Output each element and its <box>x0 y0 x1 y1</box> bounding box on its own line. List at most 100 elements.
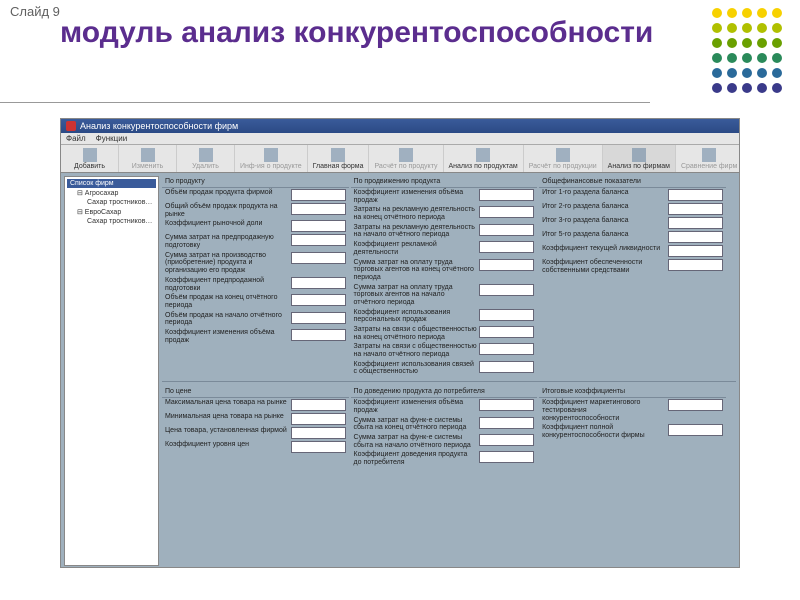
form-field: Коэффициент текущей ликвидности <box>539 244 726 258</box>
tree-node[interactable]: ⊟ Агросахар <box>67 188 156 198</box>
field-label: Цена товара, установленная фирмой <box>165 427 289 435</box>
field-input[interactable] <box>291 399 346 411</box>
tree-leaf[interactable]: Сахар тростников… <box>67 198 156 207</box>
slide-title: модуль анализ конкурентоспособности <box>60 16 653 49</box>
field-input[interactable] <box>479 259 534 271</box>
field-input[interactable] <box>668 424 723 436</box>
form-field: Сумма затрат на функ-е системы сбыта на … <box>351 416 538 433</box>
toolbar-Добавить[interactable]: Добавить <box>61 145 119 172</box>
toolbar-Расчёт по продукции: Расчёт по продукции <box>524 145 603 172</box>
toolbar-Анализ по фирмам[interactable]: Анализ по фирмам <box>603 145 676 172</box>
field-input[interactable] <box>479 451 534 463</box>
toolbar-icon <box>399 148 413 162</box>
field-label: Коэффициент предпродажной подготовки <box>165 277 289 292</box>
field-input[interactable] <box>291 189 346 201</box>
field-label: Итог 2-го раздела баланса <box>542 203 666 211</box>
form-field: Общий объём продаж продукта на рынке <box>162 202 349 219</box>
field-input[interactable] <box>291 329 346 341</box>
toolbar-icon <box>331 148 345 162</box>
form-field: Затраты на рекламную деятельность на нач… <box>351 223 538 240</box>
form-field: Объём продаж продукта фирмой <box>162 188 349 202</box>
form-field: Коэффициент маркетингового тестирования … <box>539 398 726 423</box>
field-input[interactable] <box>479 326 534 338</box>
field-label: Минимальная цена товара на рынке <box>165 413 289 421</box>
field-label: Коэффициент рыночной доли <box>165 220 289 228</box>
form-field: Коэффициент рекламной деятельности <box>351 240 538 257</box>
tree-leaf[interactable]: Сахар тростников… <box>67 217 156 226</box>
field-input[interactable] <box>668 203 723 215</box>
field-input[interactable] <box>291 427 346 439</box>
divider <box>0 102 650 103</box>
field-input[interactable] <box>479 224 534 236</box>
field-input[interactable] <box>479 189 534 201</box>
field-input[interactable] <box>668 245 723 257</box>
field-input[interactable] <box>479 434 534 446</box>
field-input[interactable] <box>291 312 346 324</box>
field-input[interactable] <box>479 206 534 218</box>
field-label: Сумма затрат на предпродажную подготовку <box>165 234 289 249</box>
field-label: Затраты на рекламную деятельность на нач… <box>354 224 478 239</box>
form-field: Итог 5-го раздела баланса <box>539 230 726 244</box>
field-label: Коэффициент маркетингового тестирования … <box>542 399 666 422</box>
toolbar-Удалить: Удалить <box>177 145 235 172</box>
form-field: Коэффициент использования связей с общес… <box>351 360 538 377</box>
section-header: Итоговые коэффициенты <box>539 386 726 398</box>
form-field: Затраты на связи с общественностью на ко… <box>351 325 538 342</box>
form-field: Затраты на связи с общественностью на на… <box>351 342 538 359</box>
toolbar-Анализ по продуктам[interactable]: Анализ по продуктам <box>444 145 524 172</box>
toolbar: ДобавитьИзменитьУдалитьИнф-ия о продукте… <box>61 145 739 173</box>
field-label: Коэффициент обеспеченности собственными … <box>542 259 666 274</box>
field-input[interactable] <box>479 399 534 411</box>
field-label: Сумма затрат на оплату труда торговых аг… <box>354 259 478 282</box>
field-input[interactable] <box>291 277 346 289</box>
field-label: Итог 3-го раздела баланса <box>542 217 666 225</box>
tree-node[interactable]: ⊟ ЕвроСахар <box>67 207 156 217</box>
field-label: Общий объём продаж продукта на рынке <box>165 203 289 218</box>
form-area: По продуктуОбъём продаж продукта фирмойО… <box>162 176 736 566</box>
field-input[interactable] <box>291 413 346 425</box>
menu-functions[interactable]: Функции <box>96 134 128 143</box>
window-title: Анализ конкурентоспособности фирм <box>80 121 238 131</box>
form-field: Итог 1-го раздела баланса <box>539 188 726 202</box>
field-input[interactable] <box>668 399 723 411</box>
form-field: Цена товара, установленная фирмой <box>162 426 349 440</box>
field-input[interactable] <box>291 441 346 453</box>
toolbar-Главная форма[interactable]: Главная форма <box>308 145 370 172</box>
field-label: Коэффициент изменения объёма продаж <box>354 399 478 414</box>
field-label: Максимальная цена товара на рынке <box>165 399 289 407</box>
field-input[interactable] <box>291 220 346 232</box>
workspace: Список фирм ⊟ АгросахарСахар тростников…… <box>61 173 739 568</box>
form-field: Сумма затрат на оплату труда торговых аг… <box>351 283 538 308</box>
field-input[interactable] <box>479 417 534 429</box>
field-input[interactable] <box>668 231 723 243</box>
form-field: Сумма затрат на производство (приобретен… <box>162 251 349 276</box>
window-titlebar[interactable]: Анализ конкурентоспособности фирм <box>61 119 739 133</box>
form-field: Сумма затрат на предпродажную подготовку <box>162 233 349 250</box>
toolbar-icon <box>83 148 97 162</box>
field-input[interactable] <box>668 217 723 229</box>
form-field: Коэффициент предпродажной подготовки <box>162 276 349 293</box>
field-input[interactable] <box>668 259 723 271</box>
field-input[interactable] <box>479 284 534 296</box>
field-input[interactable] <box>479 241 534 253</box>
field-input[interactable] <box>291 252 346 264</box>
field-input[interactable] <box>291 294 346 306</box>
menu-file[interactable]: Файл <box>66 134 86 143</box>
firm-tree[interactable]: Список фирм ⊟ АгросахарСахар тростников…… <box>64 176 159 566</box>
field-input[interactable] <box>479 361 534 373</box>
field-label: Итог 5-го раздела баланса <box>542 231 666 239</box>
field-label: Коэффициент использования персональных п… <box>354 309 478 324</box>
field-input[interactable] <box>668 189 723 201</box>
field-input[interactable] <box>479 309 534 321</box>
form-field: Коэффициент обеспеченности собственными … <box>539 258 726 275</box>
field-label: Сумма затрат на функ-е системы сбыта на … <box>354 417 478 432</box>
form-field: Коэффициент изменения объёма продаж <box>351 398 538 415</box>
field-label: Затраты на рекламную деятельность на кон… <box>354 206 478 221</box>
field-input[interactable] <box>291 234 346 246</box>
field-label: Объём продаж продукта фирмой <box>165 189 289 197</box>
form-field: Итог 3-го раздела баланса <box>539 216 726 230</box>
tree-root[interactable]: Список фирм <box>67 179 156 188</box>
section-header: Общефинансовые показатели <box>539 176 726 188</box>
field-input[interactable] <box>479 343 534 355</box>
field-input[interactable] <box>291 203 346 215</box>
